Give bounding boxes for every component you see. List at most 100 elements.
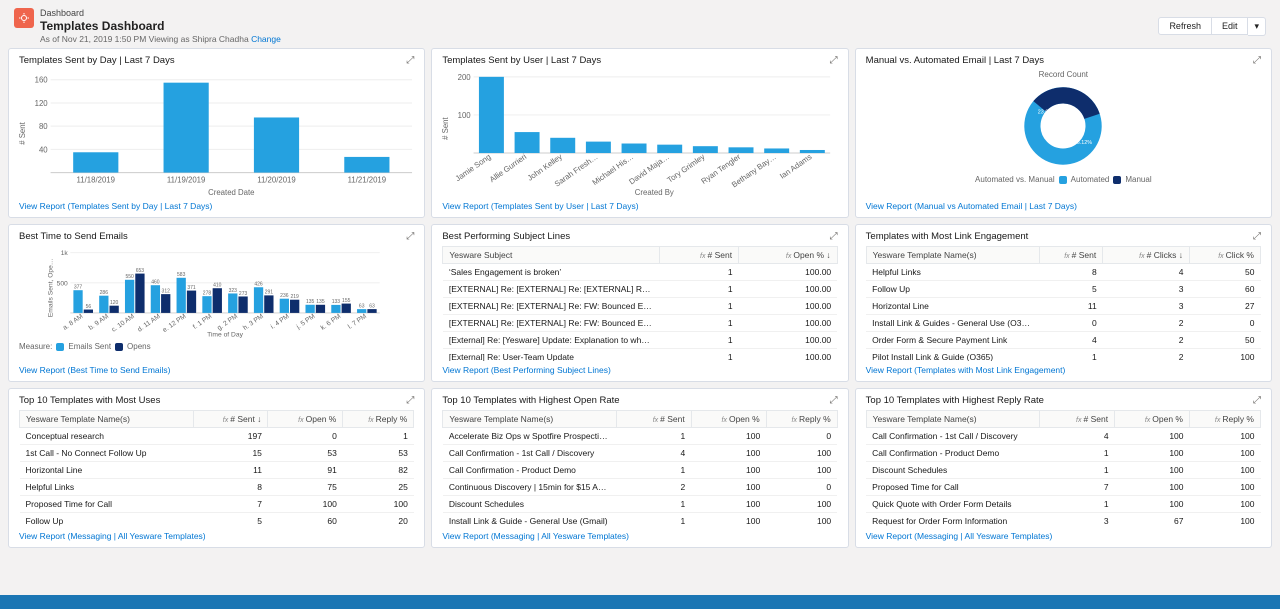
- svg-text:d. 11 AM: d. 11 AM: [136, 313, 162, 334]
- change-user-link[interactable]: Change: [251, 34, 281, 44]
- table-row[interactable]: [EXTERNAL] Re: [EXTERNAL] Re: FW: Bounce…: [443, 315, 837, 332]
- table-top-uses: Yesware Template Name(s)# Sent ↓Open %Re…: [19, 410, 414, 527]
- svg-text:133: 133: [332, 299, 341, 305]
- more-actions-button[interactable]: ▾: [1248, 17, 1266, 36]
- table-row[interactable]: [EXTERNAL] Re: [EXTERNAL] Re: [EXTERNAL]…: [443, 281, 837, 298]
- svg-text:291: 291: [265, 290, 274, 296]
- table-row[interactable]: Call Confirmation - 1st Call / Discovery…: [443, 445, 837, 462]
- table-row[interactable]: ‘Sales Engagement is broken’1100.00: [443, 264, 837, 281]
- table-row[interactable]: Call Confirmation - 1st Call / Discovery…: [866, 428, 1260, 445]
- table-top-reply: Yesware Template Name(s)# SentOpen %Repl…: [866, 410, 1261, 527]
- svg-text:Created By: Created By: [635, 188, 674, 197]
- table-row[interactable]: Order Form & Secure Payment Link4250: [866, 332, 1260, 349]
- table-row[interactable]: Conceptual research19701: [20, 428, 414, 445]
- table-row[interactable]: Follow Up56020: [20, 513, 414, 528]
- expand-icon[interactable]: ⤢: [1253, 55, 1261, 66]
- table-row[interactable]: [External] Re: User-Team Update1100.00: [443, 349, 837, 362]
- table-row[interactable]: Helpful Links87525: [20, 479, 414, 496]
- table-row[interactable]: [External] Re: [Yesware] Update: Explana…: [443, 332, 837, 349]
- chart-sent-by-day: # Sent 4080120160 11/18/201911/19/201911…: [19, 70, 414, 197]
- svg-text:Jamie Song: Jamie Song: [454, 152, 493, 183]
- edit-button[interactable]: Edit: [1212, 17, 1249, 35]
- table-row[interactable]: Continuous Discovery | 15min for $15 Ama…: [443, 479, 837, 496]
- svg-text:11/21/2019: 11/21/2019: [348, 175, 386, 184]
- donut-title: Record Count: [1039, 70, 1088, 79]
- table-row[interactable]: Horizontal Line119182: [20, 462, 414, 479]
- svg-text:312: 312: [162, 288, 171, 294]
- expand-icon[interactable]: ⤢: [830, 231, 838, 242]
- refresh-button[interactable]: Refresh: [1158, 17, 1212, 35]
- svg-text:Allie Gurrieri: Allie Gurrieri: [488, 152, 529, 184]
- svg-text:120: 120: [110, 300, 119, 306]
- svg-text:426: 426: [254, 282, 263, 288]
- svg-text:135: 135: [306, 299, 315, 305]
- svg-text:11/19/2019: 11/19/2019: [167, 175, 205, 184]
- card-best-time: Best Time to Send Emails⤢ Emails Sent, O…: [8, 224, 425, 382]
- card-title: Manual vs. Automated Email | Last 7 Days: [866, 55, 1044, 66]
- card-templates-sent-by-user: Templates Sent by User | Last 7 Days⤢ # …: [431, 48, 848, 218]
- table-row[interactable]: Follow Up5360: [866, 281, 1260, 298]
- svg-text:David Maja…: David Maja…: [628, 152, 671, 186]
- table-row[interactable]: Accelerate Biz Ops w Spotfire Prospectin…: [443, 428, 837, 445]
- table-row[interactable]: Pilot Install Link & Guide (O365)12100: [866, 349, 1260, 362]
- table-row[interactable]: Horizontal Line11327: [866, 298, 1260, 315]
- svg-text:63: 63: [369, 303, 375, 309]
- table-row[interactable]: [EXTERNAL] Re: [EXTERNAL] Re: FW: Bounce…: [443, 298, 837, 315]
- svg-text:273: 273: [239, 291, 248, 297]
- table-row[interactable]: Call Confirmation - Product Demo1100100: [443, 462, 837, 479]
- view-report-link[interactable]: View Report (Best Performing Subject Lin…: [442, 365, 611, 375]
- table-top-open: Yesware Template Name(s)# SentOpen %Repl…: [442, 410, 837, 527]
- table-row[interactable]: Install Link & Guide - General Use (Gmai…: [443, 513, 837, 528]
- view-report-link[interactable]: View Report (Messaging | All Yesware Tem…: [866, 531, 1053, 541]
- expand-icon[interactable]: ⤢: [830, 395, 838, 406]
- svg-text:1k: 1k: [61, 250, 69, 257]
- table-link-engage: Yesware Template Name(s)# Sent# Clicks ↓…: [866, 246, 1261, 361]
- svg-text:80: 80: [39, 122, 48, 131]
- svg-text:f. 1 PM: f. 1 PM: [192, 313, 214, 331]
- table-row[interactable]: Install Link & Guides - General Use (O36…: [866, 315, 1260, 332]
- view-report-link[interactable]: View Report (Messaging | All Yesware Tem…: [19, 531, 206, 541]
- table-row[interactable]: Quick Quote with Order Form Details11001…: [866, 496, 1260, 513]
- table-best-subject: Yesware Subject# SentOpen % ↓ ‘Sales Eng…: [442, 246, 837, 361]
- svg-text:460: 460: [151, 280, 160, 286]
- view-report-link[interactable]: View Report (Templates with Most Link En…: [866, 365, 1066, 375]
- table-row[interactable]: Call Confirmation - Product Demo1100100: [866, 445, 1260, 462]
- breadcrumb: Dashboard: [40, 8, 281, 18]
- view-report-link[interactable]: View Report (Templates Sent by Day | Las…: [19, 201, 212, 211]
- view-report-link[interactable]: View Report (Templates Sent by User | La…: [442, 201, 638, 211]
- footer-bar: [0, 595, 1280, 609]
- view-report-link[interactable]: View Report (Best Time to Send Emails): [19, 365, 171, 375]
- svg-text:278: 278: [203, 290, 212, 296]
- expand-icon[interactable]: ⤢: [1253, 231, 1261, 242]
- card-title: Templates Sent by User | Last 7 Days: [442, 55, 601, 66]
- table-row[interactable]: 1st Call - No Connect Follow Up155353: [20, 445, 414, 462]
- card-title: Best Performing Subject Lines: [442, 231, 570, 242]
- card-top-reply: Top 10 Templates with Highest Reply Rate…: [855, 388, 1272, 548]
- card-title: Top 10 Templates with Most Uses: [19, 395, 160, 406]
- card-top-open: Top 10 Templates with Highest Open Rate⤢…: [431, 388, 848, 548]
- view-report-link[interactable]: View Report (Manual vs Automated Email |…: [866, 201, 1077, 211]
- table-row[interactable]: Proposed Time for Call7100100: [20, 496, 414, 513]
- table-row[interactable]: Discount Schedules1100100: [866, 462, 1260, 479]
- svg-text:46.12%: 46.12%: [1074, 140, 1092, 146]
- expand-icon[interactable]: ⤢: [1253, 395, 1261, 406]
- svg-text:653: 653: [136, 268, 145, 274]
- table-row[interactable]: Helpful Links8450: [866, 264, 1260, 281]
- table-row[interactable]: Discount Schedules1100100: [443, 496, 837, 513]
- card-title: Templates Sent by Day | Last 7 Days: [19, 55, 175, 66]
- svg-text:k. 6 PM: k. 6 PM: [320, 313, 343, 332]
- svg-text:371: 371: [187, 285, 196, 291]
- svg-text:40: 40: [39, 145, 48, 154]
- page-subtitle: As of Nov 21, 2019 1:50 PM Viewing as Sh…: [40, 34, 281, 44]
- svg-text:63: 63: [359, 303, 365, 309]
- card-title: Templates with Most Link Engagement: [866, 231, 1029, 242]
- view-report-link[interactable]: View Report (Messaging | All Yesware Tem…: [442, 531, 629, 541]
- table-row[interactable]: Request for Order Form Information367100: [866, 513, 1260, 528]
- card-title: Top 10 Templates with Highest Reply Rate: [866, 395, 1044, 406]
- expand-icon[interactable]: ⤢: [830, 55, 838, 66]
- expand-icon[interactable]: ⤢: [406, 395, 414, 406]
- svg-text:100: 100: [458, 111, 472, 120]
- table-row[interactable]: Proposed Time for Call7100100: [866, 479, 1260, 496]
- expand-icon[interactable]: ⤢: [406, 231, 414, 242]
- expand-icon[interactable]: ⤢: [406, 55, 414, 66]
